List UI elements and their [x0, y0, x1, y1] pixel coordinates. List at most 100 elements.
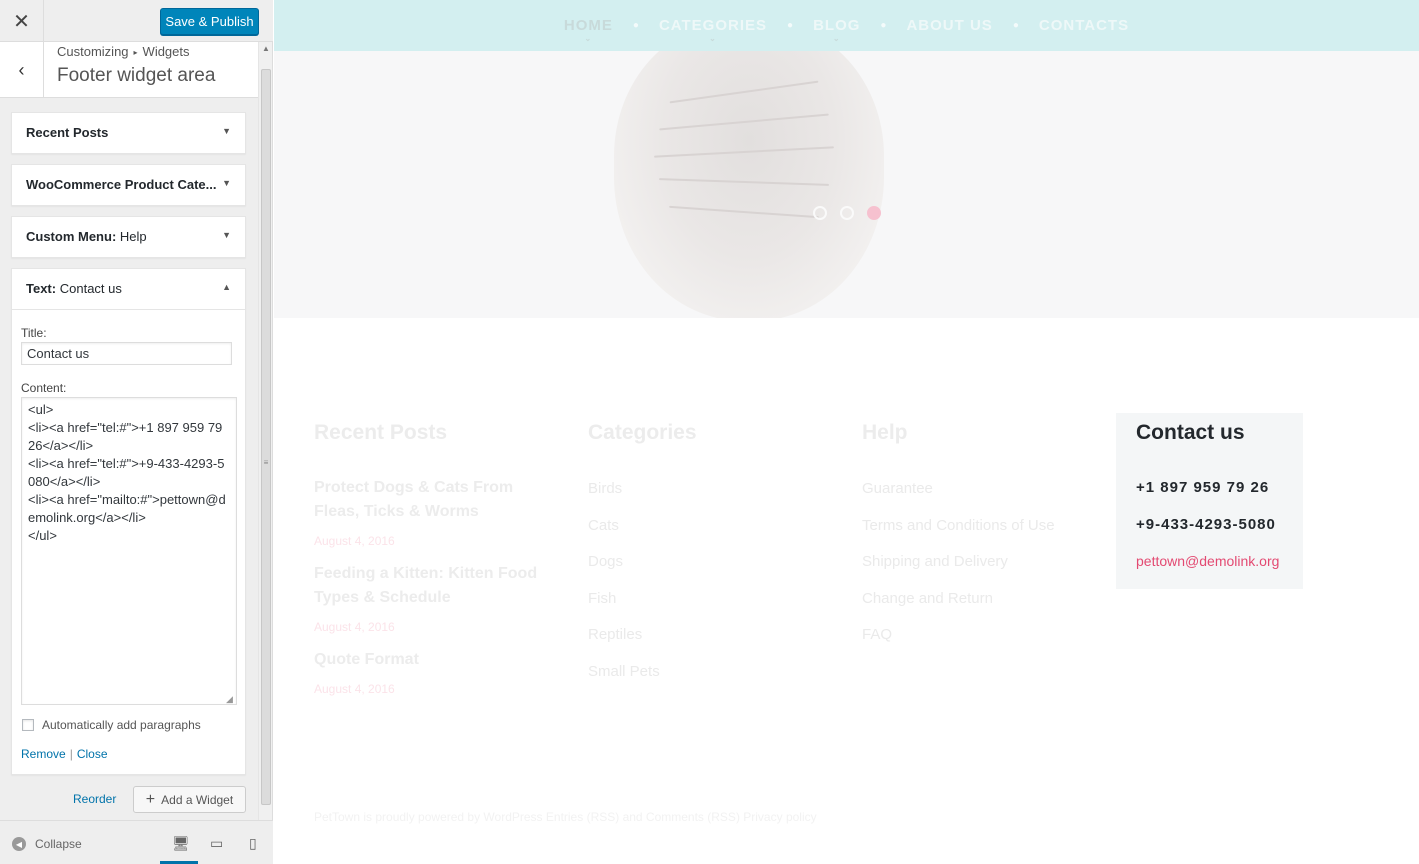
- title-label: Title:: [21, 326, 47, 340]
- category-link[interactable]: Reptiles: [588, 626, 642, 643]
- nav-categories[interactable]: CATEGORIES ⌄: [659, 17, 767, 43]
- widget-form: Title: Content: <ul> <li><a href="tel:#"…: [12, 309, 245, 774]
- widget-actions: Remove | Close: [21, 747, 108, 761]
- widget-title: Custom Menu: Help: [26, 229, 147, 244]
- collapse-arrow-icon[interactable]: ▲: [222, 282, 231, 292]
- content-label: Content:: [21, 381, 67, 395]
- contact-email-link[interactable]: pettown@demolink.org: [1136, 553, 1279, 569]
- collapse-button[interactable]: ◀ Collapse: [12, 837, 82, 851]
- nav-label: BLOG: [813, 17, 861, 34]
- content-textarea[interactable]: <ul> <li><a href="tel:#">+1 897 959 79 2…: [21, 397, 237, 705]
- footer-credits: PetTown is proudly powered by WordPress …: [314, 810, 817, 824]
- collapse-label: Collapse: [35, 837, 82, 851]
- plus-icon: +: [145, 790, 156, 808]
- desktop-preview-icon[interactable]: 🖥: [172, 835, 190, 852]
- scroll-grip-icon: ≡: [263, 458, 269, 467]
- help-link[interactable]: Guarantee: [862, 480, 933, 497]
- post-title-link[interactable]: Feeding a Kitten: Kitten Food Types & Sc…: [314, 562, 554, 610]
- help-link[interactable]: Terms and Conditions of Use: [862, 517, 1055, 534]
- save-publish-button[interactable]: Save & Publish: [160, 8, 259, 35]
- help-link[interactable]: FAQ: [862, 626, 892, 643]
- nav-about-us[interactable]: ABOUT US: [906, 17, 992, 34]
- scroll-up-arrow-icon[interactable]: ▲: [259, 44, 273, 53]
- scroll-thumb[interactable]: ≡: [261, 69, 271, 805]
- auto-paragraphs-label: Automatically add paragraphs: [42, 718, 201, 732]
- widget-header[interactable]: Custom Menu: Help ▼: [12, 217, 245, 257]
- close-link[interactable]: Close: [77, 747, 108, 761]
- back-arrow-icon[interactable]: ‹: [0, 42, 44, 98]
- post-title-link[interactable]: Protect Dogs & Cats From Fleas, Ticks & …: [314, 476, 554, 524]
- nav-label: HOME: [563, 17, 613, 34]
- widget-custom-menu-help[interactable]: Custom Menu: Help ▼: [11, 216, 246, 258]
- title-input[interactable]: [21, 342, 232, 365]
- slider-dot-3[interactable]: [867, 206, 881, 220]
- help-heading: Help: [862, 421, 908, 444]
- widget-instance-title: Help: [119, 229, 147, 244]
- slider-dot-2[interactable]: [840, 206, 854, 220]
- widget-recent-posts[interactable]: Recent Posts ▼: [11, 112, 246, 154]
- nav-separator: ●: [632, 20, 639, 31]
- auto-paragraphs-checkbox[interactable]: [22, 719, 34, 731]
- remove-link[interactable]: Remove: [21, 747, 66, 761]
- breadcrumb-root: Customizing: [57, 44, 129, 59]
- widget-header[interactable]: WooCommerce Product Cate... ▼: [12, 165, 245, 205]
- widget-text-contact-us[interactable]: Text: Contact us ▲ Title: Content: <ul> …: [11, 268, 246, 775]
- reorder-link[interactable]: Reorder: [73, 792, 116, 806]
- post-date: August 4, 2016: [314, 620, 395, 634]
- post-title-link[interactable]: Quote Format: [314, 648, 554, 672]
- post-date: August 4, 2016: [314, 534, 395, 548]
- nav-separator: ●: [787, 20, 794, 31]
- nav-home[interactable]: HOME ⌄: [563, 17, 613, 43]
- sidebar-scrollbar[interactable]: ▲ ≡: [258, 42, 272, 820]
- widget-header[interactable]: Text: Contact us ▲: [12, 269, 245, 309]
- expand-arrow-icon[interactable]: ▼: [222, 230, 231, 240]
- add-widget-label: Add a Widget: [161, 792, 234, 807]
- post-date: August 4, 2016: [314, 682, 395, 696]
- site-preview: HOME ⌄ ● CATEGORIES ⌄ ● BLOG ⌄ ● ABOUT US ●…: [274, 0, 1419, 864]
- nav-contacts[interactable]: CONTACTS: [1039, 17, 1129, 34]
- separator: |: [69, 747, 73, 761]
- customizer-panel: ‹ Customizing ▸ Widgets Footer widget area…: [0, 42, 258, 820]
- contact-us-widget[interactable]: Contact us +1 897 959 79 26 +9-433-4293-…: [1116, 413, 1303, 589]
- hero-slider: [274, 51, 1419, 318]
- category-link[interactable]: Dogs: [588, 553, 623, 570]
- contact-phone-link[interactable]: +9-433-4293-5080: [1136, 516, 1276, 533]
- nav-separator: ●: [1012, 20, 1019, 31]
- slider-dot-1[interactable]: [813, 206, 827, 220]
- widget-title: WooCommerce Product Cate...: [26, 177, 216, 192]
- auto-paragraphs-row[interactable]: Automatically add paragraphs: [22, 718, 201, 732]
- widget-woocommerce-categories[interactable]: WooCommerce Product Cate... ▼: [11, 164, 246, 206]
- category-link[interactable]: Small Pets: [588, 663, 660, 680]
- close-customizer-icon[interactable]: ✕: [0, 0, 44, 42]
- widget-instance-title: Contact us: [59, 281, 122, 296]
- contact-heading: Contact us: [1136, 421, 1245, 444]
- section-title: Footer widget area: [57, 65, 216, 86]
- expand-arrow-icon[interactable]: ▼: [222, 178, 231, 188]
- contact-phone-link[interactable]: +1 897 959 79 26: [1136, 479, 1269, 496]
- add-widget-button[interactable]: + Add a Widget: [133, 786, 246, 813]
- mobile-preview-icon[interactable]: ▯: [249, 835, 257, 852]
- expand-arrow-icon[interactable]: ▼: [222, 126, 231, 136]
- widget-title-text: Custom Menu:: [26, 229, 117, 244]
- tablet-preview-icon[interactable]: ▭: [210, 835, 223, 852]
- customizer-footer: ◀ Collapse 🖥 ▭ ▯: [0, 820, 273, 864]
- nav-separator: ●: [880, 20, 887, 31]
- chevron-down-icon: ⌄: [832, 34, 841, 43]
- widget-header[interactable]: Recent Posts ▼: [12, 113, 245, 153]
- chevron-down-icon: ⌄: [584, 34, 593, 43]
- chevron-down-icon: ⌄: [709, 34, 717, 43]
- help-link[interactable]: Change and Return: [862, 590, 993, 607]
- category-link[interactable]: Cats: [588, 517, 619, 534]
- widget-title-text: WooCommerce Product Cate...: [26, 177, 217, 192]
- collapse-arrow-icon: ◀: [12, 837, 26, 851]
- help-link[interactable]: Shipping and Delivery: [862, 553, 1008, 570]
- widget-title: Recent Posts: [26, 125, 108, 140]
- nav-blog[interactable]: BLOG ⌄: [813, 17, 861, 43]
- breadcrumb-leaf: Widgets: [142, 44, 190, 59]
- category-link[interactable]: Birds: [588, 480, 622, 497]
- category-link[interactable]: Fish: [588, 590, 616, 607]
- breadcrumb-separator-icon: ▸: [133, 48, 138, 57]
- resize-handle-icon[interactable]: ◢: [226, 694, 233, 705]
- widget-title-text: Recent Posts: [26, 125, 109, 140]
- widget-area-actions: Reorder + Add a Widget: [0, 786, 258, 814]
